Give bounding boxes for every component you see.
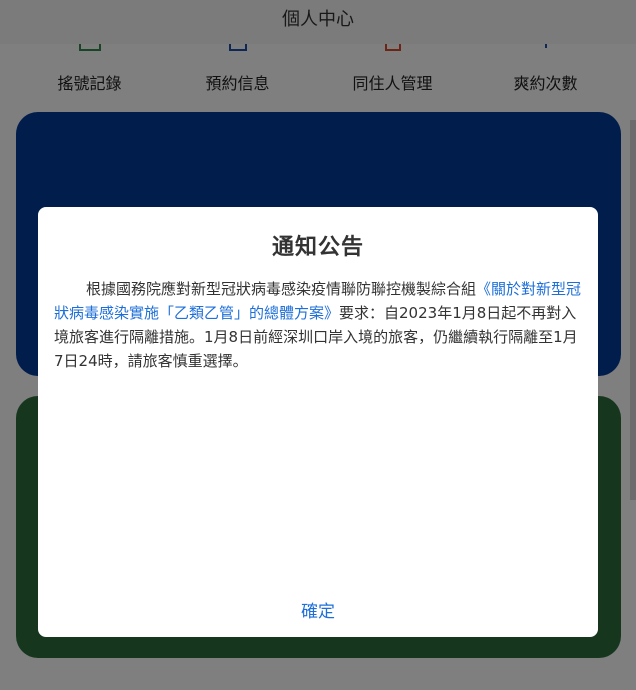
- notice-dialog: 通知公告 根據國務院應對新型冠狀病毒感染疫情聯防聯控機製綜合組《關於對新型冠狀病…: [38, 207, 598, 637]
- confirm-button[interactable]: 確定: [38, 597, 598, 622]
- dialog-body: 根據國務院應對新型冠狀病毒感染疫情聯防聯控機製綜合組《關於對新型冠狀病毒感染實施…: [54, 277, 582, 373]
- dialog-title: 通知公告: [271, 235, 364, 260]
- notice-text-start: 根據國務院應對新型冠狀病毒感染疫情聯防聯控機製綜合組: [86, 280, 477, 298]
